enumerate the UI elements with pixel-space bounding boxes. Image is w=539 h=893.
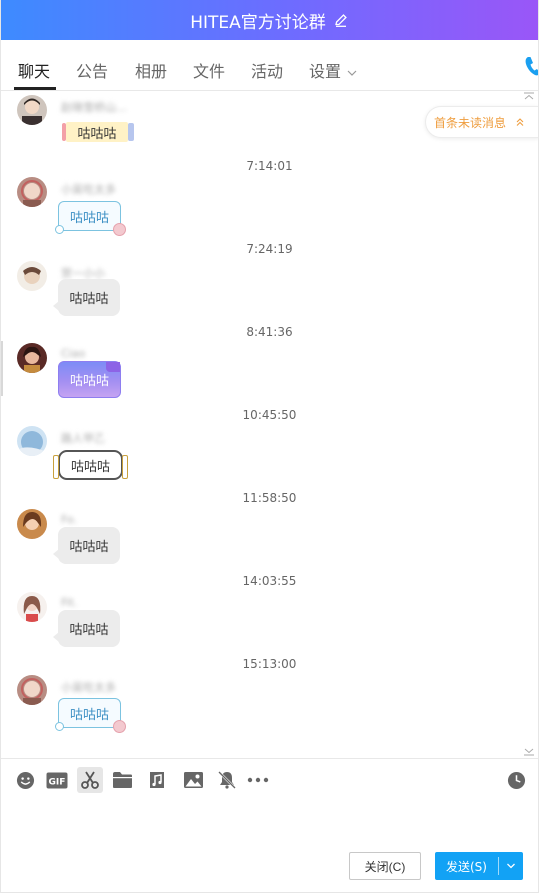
emoji-button[interactable] <box>12 767 38 793</box>
message-bubble[interactable]: 咕咕咕 <box>53 527 120 564</box>
sender-name: Fit. <box>61 596 78 609</box>
emoji-icon <box>16 771 34 789</box>
timestamp: 8:41:36 <box>246 325 293 339</box>
sender-name: 赵晓雪桥山… <box>61 101 127 114</box>
sender-name: 路人甲乙 <box>61 432 105 445</box>
scroll-down-icon[interactable] <box>523 748 535 756</box>
avatar[interactable] <box>17 95 47 125</box>
image-icon <box>183 772 203 788</box>
bubble-decoration <box>113 223 127 236</box>
tab-album[interactable]: 相册 <box>135 58 167 82</box>
timestamp: 14:03:55 <box>242 574 297 588</box>
send-label[interactable]: 发送(S) <box>435 858 498 875</box>
message-bubble[interactable]: 咕咕咕 <box>55 698 127 733</box>
tab-files[interactable]: 文件 <box>193 58 225 82</box>
avatar[interactable] <box>17 261 47 291</box>
sender-name: Fo. <box>61 513 77 526</box>
message-bubble[interactable]: 咕咕咕 <box>55 201 127 236</box>
timestamp: 7:24:19 <box>246 242 293 256</box>
message-input[interactable] <box>0 798 539 848</box>
mute-button[interactable] <box>214 767 240 793</box>
sender-name: 小吴吃太多 <box>61 681 116 694</box>
bell-off-icon <box>218 771 236 789</box>
more-button[interactable] <box>245 767 271 793</box>
bubble-decoration <box>55 225 64 234</box>
more-icon <box>247 777 269 783</box>
message-text: 咕咕咕 <box>69 623 109 638</box>
chevron-down-icon <box>347 70 357 76</box>
tab-settings[interactable]: 设置 <box>309 58 357 82</box>
music-button[interactable] <box>144 767 170 793</box>
unread-label: 首条未读消息 <box>434 115 507 130</box>
avatar[interactable] <box>17 177 47 207</box>
gif-button[interactable]: GIF <box>44 767 70 793</box>
screenshot-button[interactable] <box>77 767 103 793</box>
active-tab-indicator <box>14 87 56 90</box>
timestamp: 7:14:01 <box>246 159 293 173</box>
clock-icon <box>507 771 525 789</box>
phone-icon[interactable] <box>524 55 539 77</box>
history-button[interactable] <box>503 767 529 793</box>
chat-history[interactable]: 赵晓雪桥山… 咕咕咕 首条未读消息 7:14:01 小吴吃太多 咕咕咕 7:24… <box>0 91 539 758</box>
message-bubble[interactable]: 咕咕咕 <box>53 279 120 316</box>
bubble-decoration <box>113 720 127 733</box>
message-bubble[interactable]: 咕咕咕 <box>52 450 129 480</box>
file-button[interactable] <box>109 767 135 793</box>
close-button[interactable]: 关闭(C) <box>349 852 421 880</box>
image-button[interactable] <box>180 767 206 793</box>
send-options-button[interactable] <box>499 861 523 871</box>
message-text: 咕咕咕 <box>70 707 110 723</box>
avatar[interactable] <box>17 592 47 622</box>
tab-events[interactable]: 活动 <box>251 58 283 82</box>
svg-text:GIF: GIF <box>49 777 66 787</box>
sender-name: Ciao <box>61 347 86 360</box>
scissors-icon <box>81 771 99 789</box>
message-bubble[interactable]: 咕咕咕 <box>62 122 134 142</box>
tab-settings-label: 设置 <box>309 62 342 81</box>
input-toolbar: GIF <box>0 758 539 798</box>
message-text: 咕咕咕 <box>70 374 110 389</box>
message-bubble[interactable]: 咕咕咕 <box>58 361 122 398</box>
message-text: 咕咕咕 <box>77 126 117 142</box>
first-unread-button[interactable]: 首条未读消息 <box>425 106 539 138</box>
scroll-up-icon[interactable] <box>523 92 535 100</box>
message-text: 咕咕咕 <box>69 540 109 555</box>
tab-bar: 聊天 公告 相册 文件 活动 设置 <box>0 40 539 91</box>
message-text: 咕咕咕 <box>69 292 109 307</box>
folder-icon <box>112 772 132 788</box>
message-text: 咕咕咕 <box>71 459 111 475</box>
timestamp: 10:45:50 <box>242 408 297 422</box>
avatar[interactable] <box>17 426 47 456</box>
chevron-down-icon <box>507 863 515 869</box>
bubble-decoration <box>106 362 121 372</box>
avatar[interactable] <box>17 675 47 705</box>
gif-icon: GIF <box>46 772 68 788</box>
tab-announcement[interactable]: 公告 <box>76 58 108 82</box>
timestamp: 15:13:00 <box>242 657 297 671</box>
message-bubble[interactable]: 咕咕咕 <box>53 610 120 647</box>
avatar[interactable] <box>17 509 47 539</box>
double-chevron-up-icon <box>516 118 524 126</box>
tab-chat[interactable]: 聊天 <box>18 58 50 82</box>
music-card-icon <box>150 772 164 788</box>
timestamp: 11:58:50 <box>242 491 297 505</box>
title-bar: HITEA官方讨论群 <box>0 0 539 40</box>
bubble-decoration <box>55 722 64 731</box>
avatar[interactable] <box>17 343 47 373</box>
sender-name: 小吴吃太多 <box>61 183 116 196</box>
message-text: 咕咕咕 <box>70 210 110 226</box>
send-button[interactable]: 发送(S) <box>435 852 523 880</box>
resize-handle[interactable] <box>0 341 3 396</box>
edit-icon[interactable] <box>333 12 349 28</box>
group-title: HITEA官方讨论群 <box>190 12 326 33</box>
